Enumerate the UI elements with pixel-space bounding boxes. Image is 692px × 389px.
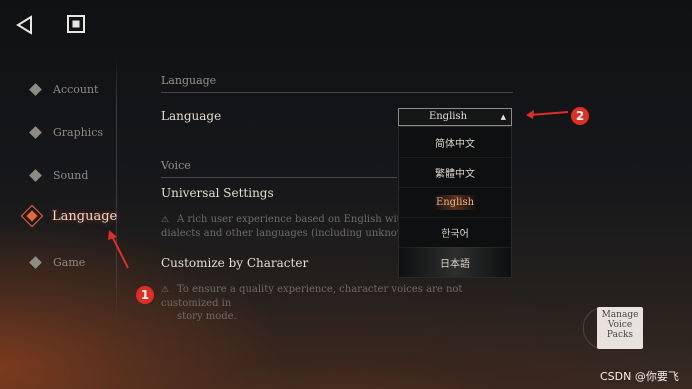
watermark: CSDN @你要飞 [600,370,679,383]
annotation-arrow-1 [108,230,129,269]
diamond-icon [29,82,42,96]
button-label: Manage [601,310,639,320]
note-text: dialects and other languages (including … [161,228,412,239]
dropdown-value: English [428,111,468,122]
sidebar-item-label: Account [53,82,99,96]
diamond-icon [29,168,42,182]
language-dropdown[interactable]: English ▲ [398,108,512,126]
language-option-english[interactable]: English [399,187,511,218]
note-text: story mode. [177,311,237,322]
language-row-label: Language [161,109,222,123]
button-label: Packs [606,330,634,340]
annotation-badge-1: 1 [136,286,154,304]
option-label: 한국어 [441,228,469,240]
stop-icon[interactable] [66,14,86,34]
language-option-korean[interactable]: 한국어 [399,217,511,248]
annotation-arrow-2 [526,110,569,119]
universal-settings-option[interactable]: Universal Settings [161,186,274,200]
active-diamond-icon [20,204,44,228]
button-label: Voice [607,320,633,330]
warning-icon: ⚠ [161,285,170,295]
note-text: A rich user experience based on English … [177,214,435,225]
sidebar-item-account[interactable]: Account [28,78,98,100]
top-bar [0,0,692,50]
language-dropdown-menu: 简体中文 繁體中文 English 한국어 日本語 [398,126,512,278]
sidebar-item-label: Game [53,255,86,269]
language-option-japanese[interactable]: 日本語 [399,247,511,277]
note-text: To ensure a quality experience, characte… [161,284,463,309]
caret-up-icon: ▲ [500,113,506,121]
sidebar-item-graphics[interactable]: Graphics [28,121,103,143]
customize-note: ⚠ To ensure a quality experience, charact… [161,283,491,323]
voice-section-heading: Voice [161,159,191,172]
sidebar-item-language[interactable]: Language [20,204,118,228]
sidebar-divider [116,55,117,320]
sidebar-item-game[interactable]: Game [28,251,85,273]
option-label: 简体中文 [435,138,475,150]
option-label-selected: English [432,194,478,210]
back-icon[interactable] [14,14,36,36]
language-option-traditional-chinese[interactable]: 繁體中文 [399,157,511,188]
sidebar-item-label: Sound [53,168,89,182]
diamond-icon [29,125,42,139]
option-label: 日本語 [440,258,470,270]
sidebar-item-sound[interactable]: Sound [28,164,88,186]
divider [161,92,513,93]
language-section-heading: Language [161,74,217,87]
divider [161,177,397,178]
customize-by-character-option[interactable]: Customize by Character [161,256,308,270]
sidebar-item-label: Language [52,208,118,224]
sidebar-item-label: Graphics [53,125,104,139]
manage-voice-packs-button[interactable]: Manage Voice Packs [597,307,643,349]
option-label: 繁體中文 [435,168,475,180]
annotation-badge-2: 2 [571,107,589,125]
language-option-simplified-chinese[interactable]: 简体中文 [399,127,511,158]
diamond-icon [29,255,42,269]
warning-icon: ⚠ [161,215,170,225]
